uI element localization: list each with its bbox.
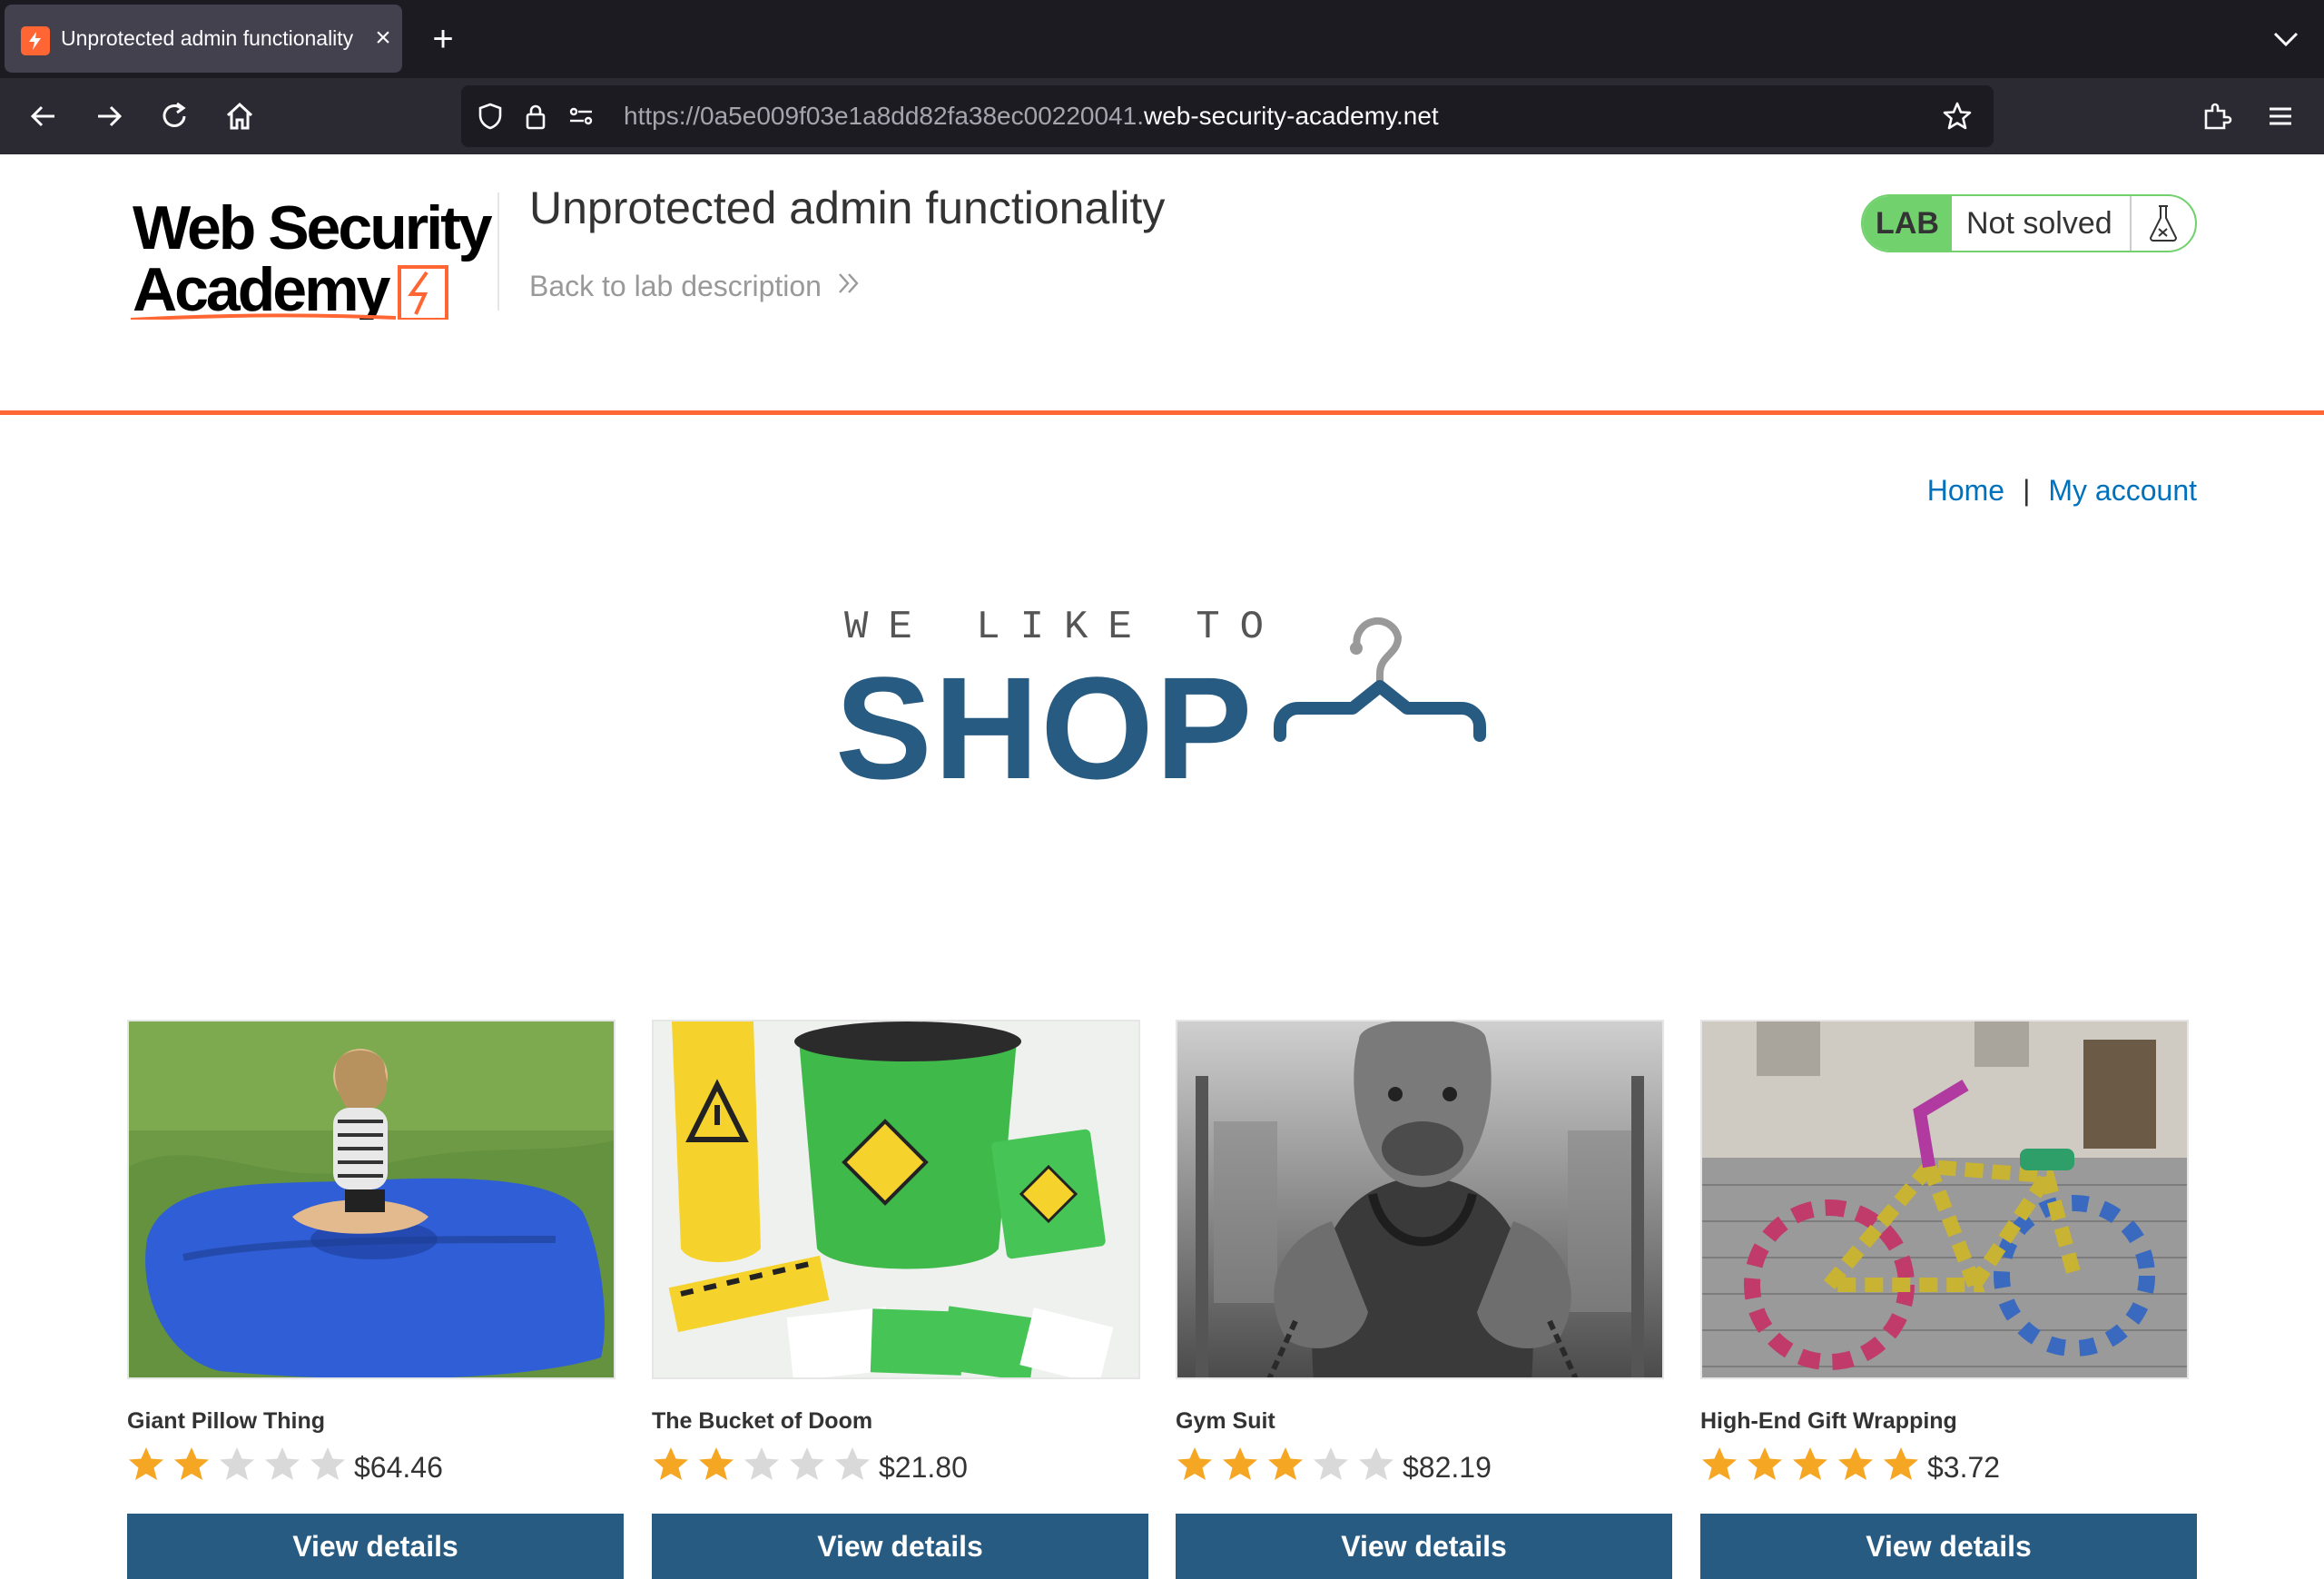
star-empty-icon — [1359, 1447, 1393, 1480]
web-security-academy-logo[interactable]: Web Security Academy — [127, 192, 499, 324]
forward-arrow-icon[interactable] — [87, 94, 131, 138]
star-filled-icon — [1268, 1447, 1303, 1480]
product-image — [1176, 1020, 1664, 1379]
browser-tab-bar: Unprotected admin functionality × + — [0, 0, 2324, 78]
lock-icon[interactable] — [519, 100, 552, 133]
product-price: $3.72 — [1927, 1451, 2001, 1484]
home-link[interactable]: Home — [1927, 474, 2004, 508]
view-details-button[interactable]: View details — [652, 1514, 1148, 1579]
product-price: $64.46 — [354, 1451, 443, 1484]
bookmark-star-icon[interactable] — [1941, 100, 1974, 133]
tracking-shield-icon[interactable] — [474, 100, 507, 133]
product-image — [1700, 1020, 2189, 1379]
product-image — [127, 1020, 615, 1379]
extensions-puzzle-icon[interactable] — [2195, 94, 2239, 138]
lab-status-badge: LAB Not solved — [1861, 194, 2197, 252]
product-name: The Bucket of Doom — [652, 1408, 873, 1434]
star-empty-icon — [744, 1447, 779, 1480]
product-rating — [1176, 1446, 1395, 1484]
star-filled-icon — [1838, 1447, 1873, 1480]
back-arrow-icon[interactable] — [22, 94, 65, 138]
nav-separator: | — [2023, 474, 2031, 507]
star-empty-icon — [220, 1447, 254, 1480]
star-empty-icon — [310, 1447, 345, 1480]
home-icon[interactable] — [218, 94, 261, 138]
star-filled-icon — [174, 1447, 209, 1480]
banner-small-text: WE LIKE TO — [844, 605, 1285, 650]
view-details-button[interactable]: View details — [127, 1514, 624, 1579]
star-empty-icon — [265, 1447, 300, 1480]
star-empty-icon — [790, 1447, 824, 1480]
logo-line2: Academy — [133, 255, 391, 320]
url-prefix: https://0a5e009f03e1a8dd82fa38ec00220041… — [624, 102, 1144, 130]
tab-close-icon[interactable]: × — [369, 25, 397, 52]
star-filled-icon — [654, 1447, 688, 1480]
star-filled-icon — [129, 1447, 163, 1480]
lab-title: Unprotected admin functionality — [529, 183, 1166, 233]
address-bar[interactable]: https://0a5e009f03e1a8dd82fa38ec00220041… — [461, 85, 1994, 147]
star-empty-icon — [835, 1447, 870, 1480]
star-filled-icon — [699, 1447, 734, 1480]
star-filled-icon — [1702, 1447, 1737, 1480]
list-all-tabs-chevron-icon[interactable] — [2270, 25, 2302, 53]
clothes-hanger-icon — [1262, 599, 1489, 790]
web-page: Web Security Academy Unprotected admin f… — [0, 154, 2324, 1579]
star-filled-icon — [1223, 1447, 1257, 1480]
back-to-lab-description-link[interactable]: Back to lab description — [529, 270, 862, 303]
url-text[interactable]: https://0a5e009f03e1a8dd82fa38ec00220041… — [624, 85, 1439, 147]
flask-icon — [2130, 196, 2195, 251]
product-rating — [127, 1446, 347, 1484]
site-nav: Home | My account — [1927, 474, 2197, 508]
logo-divider — [497, 192, 499, 311]
lab-badge-label: LAB — [1863, 196, 1952, 251]
browser-nav-bar: https://0a5e009f03e1a8dd82fa38ec00220041… — [0, 78, 2324, 154]
reload-icon[interactable] — [153, 94, 196, 138]
lab-status-text: Not solved — [1966, 206, 2112, 241]
site-permissions-icon[interactable] — [565, 100, 597, 133]
new-tab-plus-icon[interactable]: + — [427, 21, 459, 57]
url-domain: web-security-academy.net — [1143, 102, 1439, 130]
product-image — [652, 1020, 1140, 1379]
header-divider — [0, 410, 2324, 415]
banner-big-text: SHOP — [835, 646, 1255, 809]
star-empty-icon — [1314, 1447, 1348, 1480]
product-name: High-End Gift Wrapping — [1700, 1408, 1957, 1434]
double-chevron-right-icon — [836, 270, 862, 303]
star-filled-icon — [1748, 1447, 1782, 1480]
product-name: Giant Pillow Thing — [127, 1408, 326, 1434]
star-filled-icon — [1884, 1447, 1918, 1480]
star-filled-icon — [1793, 1447, 1827, 1480]
hamburger-menu-icon[interactable] — [2259, 94, 2302, 138]
tab-title: Unprotected admin functionality — [61, 26, 354, 50]
we-like-to-shop-banner: WE LIKE TO SHOP — [835, 599, 1489, 926]
product-price: $82.19 — [1403, 1451, 1492, 1484]
back-link-label: Back to lab description — [529, 270, 822, 302]
logo-line1: Web Security — [133, 193, 493, 262]
product-rating — [1700, 1446, 1920, 1484]
product-rating — [652, 1446, 872, 1484]
view-details-button[interactable]: View details — [1700, 1514, 2197, 1579]
product-price: $21.80 — [879, 1451, 968, 1484]
star-filled-icon — [1177, 1447, 1212, 1480]
view-details-button[interactable]: View details — [1176, 1514, 1672, 1579]
portswigger-favicon-icon — [21, 26, 50, 55]
my-account-link[interactable]: My account — [2048, 474, 2197, 508]
product-name: Gym Suit — [1176, 1408, 1275, 1434]
browser-tab-active[interactable]: Unprotected admin functionality × — [5, 5, 402, 73]
